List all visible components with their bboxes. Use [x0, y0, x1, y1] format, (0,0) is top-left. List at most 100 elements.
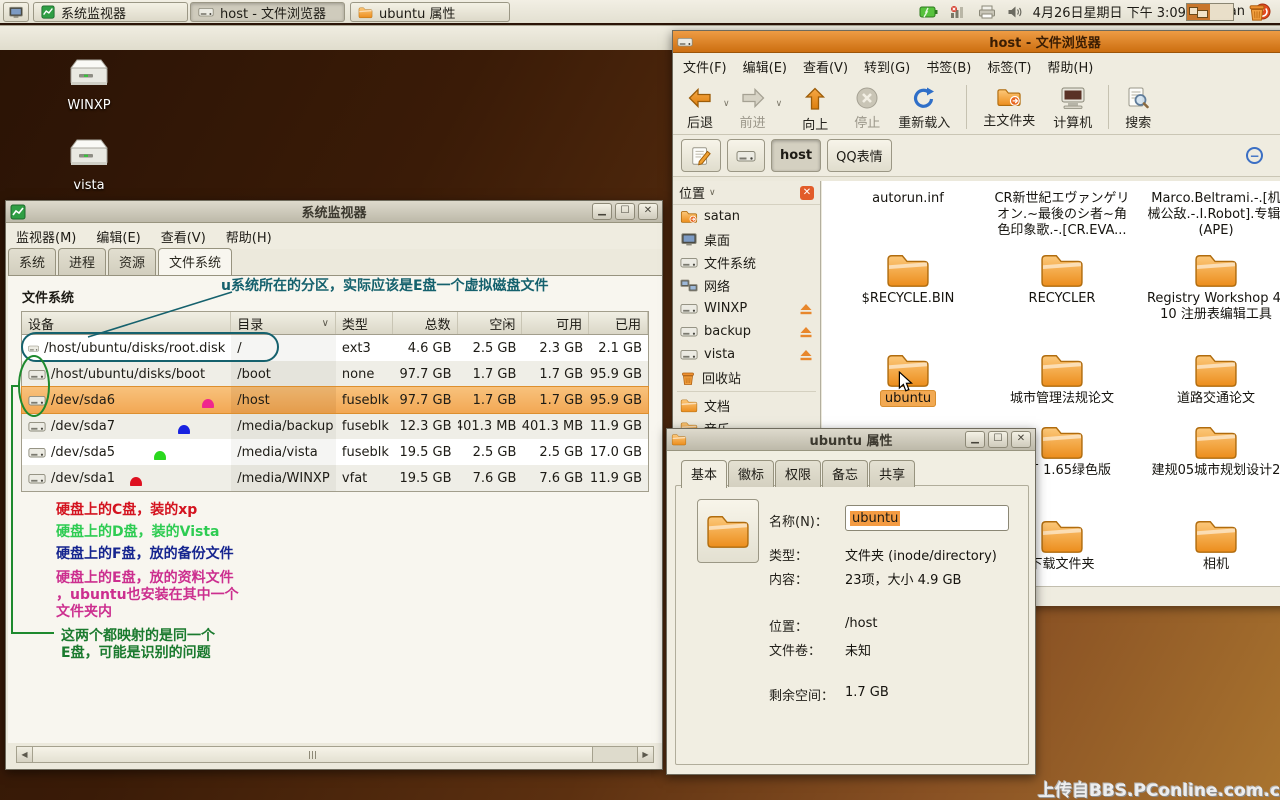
trash-applet-icon[interactable] — [1247, 2, 1267, 22]
show-desktop-button[interactable] — [3, 2, 29, 22]
menu-go[interactable]: 转到(G) — [864, 57, 910, 76]
back-history-chevron[interactable]: ∨ — [723, 99, 730, 109]
maximize-button[interactable]: ☐ — [988, 431, 1008, 448]
network-icon[interactable] — [948, 2, 968, 22]
sidebar-item-documents[interactable]: 文档 — [673, 394, 820, 417]
eject-icon[interactable] — [799, 326, 813, 338]
tab-share[interactable]: 共享 — [869, 460, 915, 487]
tab-notes[interactable]: 备忘 — [822, 460, 868, 487]
system-monitor-titlebar[interactable]: 系统监视器 ▁ ☐ ✕ — [6, 201, 662, 223]
close-button[interactable]: ✕ — [1011, 431, 1031, 448]
tab-emblems[interactable]: 徽标 — [728, 460, 774, 487]
menu-monitor[interactable]: 监视器(M) — [16, 227, 76, 246]
menu-help[interactable]: 帮助(H) — [1047, 57, 1093, 76]
folder-city-management[interactable]: 城市管理法规论文 — [992, 351, 1132, 407]
task-file-browser[interactable]: host - 文件浏览器 — [190, 2, 345, 22]
path-button-qq[interactable]: QQ表情 — [827, 139, 891, 172]
stop-button[interactable]: 停止 — [846, 83, 888, 134]
col-directory[interactable]: 目录∨ — [231, 312, 336, 334]
menu-view[interactable]: 查看(V) — [161, 227, 206, 246]
menu-file[interactable]: 文件(F) — [683, 57, 727, 76]
zoom-out-icon[interactable]: − — [1246, 147, 1263, 164]
folder-camera[interactable]: 相机 — [1146, 517, 1280, 573]
tab-permissions[interactable]: 权限 — [775, 460, 821, 487]
sidebar-header[interactable]: 位置 ∨ ✕ — [673, 181, 820, 205]
table-row-selected[interactable]: /dev/sda6 /host fuseblk 97.7 GB 1.7 GB 1… — [22, 387, 648, 413]
scroll-right-icon[interactable]: ▶ — [637, 747, 653, 762]
sidebar-item-backup[interactable]: backup — [673, 320, 820, 343]
reload-button[interactable]: 重新载入 — [890, 83, 958, 134]
path-button-host[interactable]: host — [771, 139, 821, 172]
col-type[interactable]: 类型 — [336, 312, 393, 334]
computer-button[interactable]: 计算机 — [1045, 83, 1100, 134]
col-total[interactable]: 总数 — [393, 312, 458, 334]
tab-system[interactable]: 系统 — [8, 248, 56, 275]
root-path-button[interactable] — [727, 139, 765, 172]
workspace-1[interactable] — [1187, 4, 1210, 20]
desktop-icon-winxp[interactable]: WINXP — [41, 52, 137, 113]
forward-button[interactable]: 前进 — [732, 83, 774, 134]
home-button[interactable]: 主文件夹 — [975, 83, 1043, 132]
close-button[interactable]: ✕ — [638, 203, 658, 220]
sidebar-item-network[interactable]: 网络 — [673, 274, 820, 297]
maximize-button[interactable]: ☐ — [615, 203, 635, 220]
file-cr-eva[interactable]: CR新世紀エヴァンゲリオン.~最後のシ者~角色印象歌.-.[CR.EVA... — [992, 191, 1132, 239]
table-row[interactable]: /dev/sda1 /media/WINXP vfat 19.5 GB 7.6 … — [22, 465, 648, 491]
tab-processes[interactable]: 进程 — [58, 248, 106, 275]
folder-urban-planning[interactable]: 建规05城市规划设计2 — [1146, 423, 1280, 479]
minimize-button[interactable]: ▁ — [592, 203, 612, 220]
forward-history-chevron[interactable]: ∨ — [776, 99, 783, 109]
tab-basic[interactable]: 基本 — [681, 460, 727, 488]
workspace-2[interactable] — [1210, 4, 1233, 20]
task-system-monitor[interactable]: 系统监视器 — [33, 2, 188, 22]
edit-location-button[interactable] — [681, 139, 721, 172]
menu-edit[interactable]: 编辑(E) — [96, 227, 140, 246]
panel-clock[interactable]: 4月26日星期日 下午 3:09 — [1033, 2, 1186, 21]
sidebar-item-trash[interactable]: 回收站 — [673, 366, 820, 389]
scrollbar-thumb[interactable] — [33, 747, 593, 762]
table-row[interactable]: /dev/sda5 /media/vista fuseblk 19.5 GB 2… — [22, 439, 648, 465]
col-free[interactable]: 空闲 — [458, 312, 523, 334]
printer-icon[interactable] — [977, 2, 997, 22]
col-used[interactable]: 已用 — [589, 312, 648, 334]
volume-icon[interactable] — [1006, 2, 1026, 22]
folder-road-traffic[interactable]: 道路交通论文 — [1146, 351, 1280, 407]
task-properties[interactable]: ubuntu 属性 — [350, 2, 510, 22]
minimize-button[interactable]: ▁ — [965, 431, 985, 448]
file-browser-titlebar[interactable]: host - 文件浏览器 — [673, 31, 1280, 53]
menu-view[interactable]: 查看(V) — [803, 57, 848, 76]
folder-registry-workshop[interactable]: Registry Workshop 4.10 注册表编辑工具 — [1146, 251, 1280, 323]
sidebar-item-home[interactable]: satan — [673, 205, 820, 228]
back-button[interactable]: 后退 — [679, 83, 721, 134]
col-avail[interactable]: 可用 — [522, 312, 589, 334]
folder-recycle-bin[interactable]: $RECYCLE.BIN — [838, 251, 978, 307]
up-button[interactable]: 向上 — [794, 83, 836, 136]
sidebar-close-icon[interactable]: ✕ — [800, 186, 814, 200]
name-input[interactable]: ubuntu — [845, 505, 1009, 531]
table-row[interactable]: /host/ubuntu/disks/boot /boot none 97.7 … — [22, 361, 648, 387]
table-row[interactable]: /dev/sda7 /media/backup fuseblk 12.3 GB … — [22, 413, 648, 439]
table-row[interactable]: /host/ubuntu/disks/root.disk / ext3 4.6 … — [22, 335, 648, 361]
sidebar-item-desktop[interactable]: 桌面 — [673, 228, 820, 251]
search-button[interactable]: 搜索 — [1117, 83, 1159, 134]
menu-bookmarks[interactable]: 书签(B) — [926, 57, 971, 76]
col-device[interactable]: 设备 — [22, 312, 231, 334]
sidebar-item-winxp[interactable]: WINXP — [673, 297, 820, 320]
horizontal-scrollbar[interactable]: ◀ ▶ — [16, 746, 654, 763]
folder-icon-button[interactable] — [697, 499, 759, 563]
desktop-icon-vista[interactable]: vista — [41, 132, 137, 193]
battery-icon[interactable] — [919, 2, 939, 22]
workspace-switcher[interactable] — [1186, 3, 1234, 21]
menu-help[interactable]: 帮助(H) — [226, 227, 272, 246]
sidebar-item-filesystem[interactable]: 文件系统 — [673, 251, 820, 274]
eject-icon[interactable] — [799, 349, 813, 361]
tab-filesystems[interactable]: 文件系统 — [158, 248, 232, 276]
sidebar-item-vista[interactable]: vista — [673, 343, 820, 366]
menu-edit[interactable]: 编辑(E) — [743, 57, 787, 76]
tab-resources[interactable]: 资源 — [108, 248, 156, 275]
file-marco-beltrami[interactable]: Marco.Beltrami.-.[机械公敌.-.I.Robot].专辑.(AP… — [1146, 191, 1280, 239]
menu-tabs[interactable]: 标签(T) — [987, 57, 1031, 76]
file-autorun[interactable]: autorun.inf — [838, 191, 978, 207]
folder-recycler[interactable]: RECYCLER — [992, 251, 1132, 307]
properties-titlebar[interactable]: ubuntu 属性 ▁ ☐ ✕ — [667, 429, 1035, 451]
